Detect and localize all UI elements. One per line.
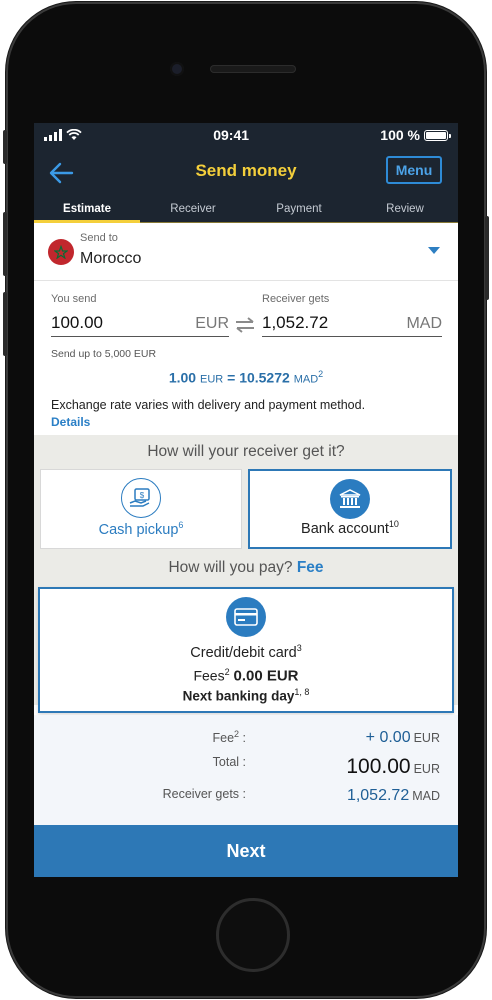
battery-icon xyxy=(423,129,451,141)
summary-fee-value: + 0.00 EUR xyxy=(365,729,440,746)
cash-pickup-label: Cash pickup6 xyxy=(98,520,184,538)
options-section: How will your receiver get it? $ Cash pi… xyxy=(34,435,458,713)
summary-panel: Fee2 : + 0.00 EUR Total : 100.00 EUR Recei… xyxy=(34,715,458,825)
step-tabs: Estimate Receiver Payment Review xyxy=(34,197,458,223)
tab-estimate[interactable]: Estimate xyxy=(34,197,140,223)
status-bar: 09:41 100 % xyxy=(34,123,458,147)
exchange-note: Exchange rate varies with delivery and p… xyxy=(51,398,366,412)
wifi-icon xyxy=(66,129,82,140)
payment-question-text: How will you pay? xyxy=(168,559,293,576)
send-to-label: Send to xyxy=(80,232,118,244)
bank-icon xyxy=(330,479,370,519)
delivery-question: How will your receiver get it? xyxy=(147,443,345,460)
receiver-gets-value: 1,052.72 xyxy=(262,313,329,332)
morocco-flag-icon xyxy=(48,239,74,265)
rate-right-value: 10.5272 xyxy=(239,369,290,386)
exchange-rate: 1.00 EUR = 10.5272 MAD2 xyxy=(34,369,458,386)
send-to-selector[interactable]: Send to Morocco xyxy=(34,223,458,281)
you-send-value: 100.00 xyxy=(51,313,103,332)
tab-payment[interactable]: Payment xyxy=(246,197,352,223)
you-send-label: You send xyxy=(51,293,97,305)
receiver-gets-currency: MAD xyxy=(406,315,442,332)
battery-percent: 100 % xyxy=(380,127,420,143)
mute-switch xyxy=(3,130,7,164)
rate-right-currency: MAD xyxy=(293,373,319,386)
next-button[interactable]: Next xyxy=(34,825,458,877)
fee-link[interactable]: Fee xyxy=(297,559,324,576)
payment-method-card[interactable]: Credit/debit card3 Fees2 0.00 EUR Next b… xyxy=(38,587,454,713)
payment-question: How will you pay? Fee xyxy=(34,549,458,587)
power-button xyxy=(485,216,489,300)
rate-footnote: 2 xyxy=(318,369,324,379)
cash-hand-icon: $ xyxy=(121,478,161,518)
app-screen: 09:41 100 % Send money Menu Estimate Rec… xyxy=(34,123,458,877)
rate-left-value: 1.00 xyxy=(168,369,197,386)
send-limit-text: Send up to 5,000 EUR xyxy=(51,348,157,360)
svg-text:$: $ xyxy=(140,491,145,500)
home-button[interactable] xyxy=(216,898,290,972)
delivery-options: $ Cash pickup6 Bank account10 xyxy=(34,469,458,549)
menu-button[interactable]: Menu xyxy=(386,156,442,184)
volume-down-button xyxy=(3,292,7,356)
summary-total-row: Total : 100.00 EUR xyxy=(34,755,458,778)
tab-review[interactable]: Review xyxy=(352,197,458,223)
chevron-down-icon[interactable] xyxy=(428,247,440,254)
summary-fee-label: Fee2 : xyxy=(212,729,246,746)
receiver-gets-field[interactable]: 1,052.72 MAD xyxy=(262,307,442,337)
summary-receiver-value: 1,052.72 MAD xyxy=(346,787,440,804)
summary-fee-row: Fee2 : + 0.00 EUR xyxy=(34,729,458,746)
status-time: 09:41 xyxy=(213,127,250,143)
receiver-gets-label: Receiver gets xyxy=(262,293,330,305)
payment-fees: Fees2 0.00 EUR xyxy=(193,667,299,685)
rate-equals: = xyxy=(227,369,236,386)
summary-receiver-row: Receiver gets : 1,052.72 MAD xyxy=(34,787,458,804)
swap-arrows-icon xyxy=(236,317,254,333)
you-send-field[interactable]: 100.00 EUR xyxy=(51,307,229,337)
delivery-timing: Next banking day1, 8 xyxy=(182,687,310,704)
payment-method-name: Credit/debit card3 xyxy=(190,643,302,661)
credit-card-icon xyxy=(226,597,266,637)
summary-receiver-label: Receiver gets : xyxy=(162,787,246,801)
bank-account-label: Bank account10 xyxy=(301,519,399,537)
app-header: Send money Menu Estimate Receiver Paymen… xyxy=(34,147,458,223)
bank-account-option[interactable]: Bank account10 xyxy=(248,469,452,549)
you-send-currency: EUR xyxy=(195,315,229,332)
send-to-country: Morocco xyxy=(80,250,142,267)
cash-pickup-option[interactable]: $ Cash pickup6 xyxy=(40,469,242,549)
details-link[interactable]: Details xyxy=(51,415,90,429)
volume-up-button xyxy=(3,212,7,276)
signal-icon xyxy=(44,129,62,141)
rate-left-currency: EUR xyxy=(199,373,224,386)
summary-total-label: Total : xyxy=(212,755,246,769)
summary-total-value: 100.00 EUR xyxy=(346,755,440,778)
tab-receiver[interactable]: Receiver xyxy=(140,197,246,223)
front-camera xyxy=(170,62,184,76)
earpiece-speaker xyxy=(210,65,296,73)
